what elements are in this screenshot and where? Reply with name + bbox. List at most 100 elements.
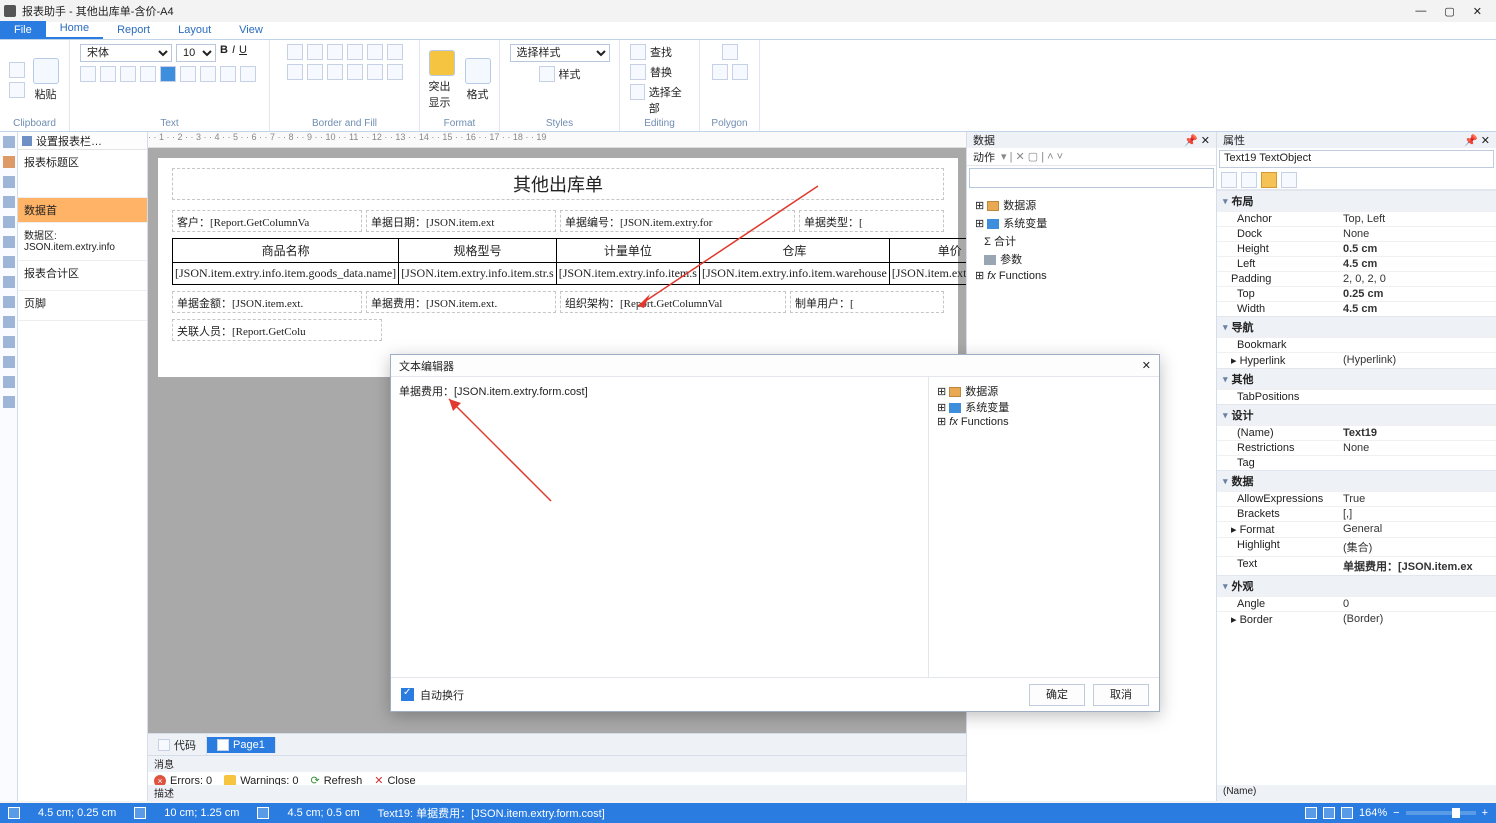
report-title[interactable]: 其他出库单 (172, 168, 944, 200)
field-creator[interactable]: 制单用户：[ (790, 291, 944, 313)
zoom-in-icon[interactable]: + (1482, 807, 1488, 819)
bold-icon[interactable]: B (220, 44, 228, 62)
col-goods-name[interactable]: 商品名称 (173, 239, 399, 263)
paste-button[interactable]: 粘贴 (31, 56, 61, 104)
categorize-icon[interactable] (1221, 172, 1237, 188)
field-related-user[interactable]: 关联人员：[Report.GetColu (172, 319, 382, 341)
menu-report[interactable]: Report (103, 21, 164, 39)
property-object-select[interactable]: Text19 TextObject (1219, 150, 1494, 168)
zoom-mode-icon[interactable] (1305, 807, 1317, 819)
underline-icon[interactable]: U (239, 44, 247, 62)
format-button[interactable]: 格式 (463, 56, 493, 104)
border-left-icon[interactable] (327, 44, 343, 60)
menu-view[interactable]: View (225, 21, 277, 39)
col-price[interactable]: 单价 (889, 239, 966, 263)
col-warehouse[interactable]: 仓库 (699, 239, 889, 263)
zoom-page-icon[interactable] (1341, 807, 1353, 819)
font-color-icon[interactable] (220, 66, 236, 82)
undo-icon[interactable] (9, 62, 25, 78)
redo-icon[interactable] (9, 82, 25, 98)
align-middle-icon[interactable] (180, 66, 196, 82)
align-right-icon[interactable] (120, 66, 136, 82)
cell-goods-name[interactable]: [JSON.item.extry.info.item.goods_data.na… (173, 263, 399, 285)
field-bill-cost[interactable]: 单据费用：[JSON.item.ext. (366, 291, 556, 313)
field-bill-date[interactable]: 单据日期：[JSON.item.ext (366, 210, 556, 232)
line-tool-icon[interactable] (3, 196, 15, 208)
cell-spec[interactable]: [JSON.item.extry.info.item.str.s (399, 263, 557, 285)
svg-tool-icon[interactable] (3, 356, 15, 368)
polygon-edit-icon[interactable] (712, 64, 728, 80)
events-icon[interactable] (1261, 172, 1277, 188)
replace-button[interactable]: 替换 (650, 64, 672, 80)
align-bottom-icon[interactable] (200, 66, 216, 82)
checkbox-tool-icon[interactable] (3, 316, 15, 328)
alpha-sort-icon[interactable] (1241, 172, 1257, 188)
pin-icon[interactable]: 📌 ✕ (1464, 134, 1490, 147)
col-spec[interactable]: 规格型号 (399, 239, 557, 263)
band-footer[interactable]: 页脚 (18, 291, 147, 321)
cell-style-icon[interactable] (387, 64, 403, 80)
map-tool-icon[interactable] (3, 376, 15, 388)
pointer-tool-icon[interactable] (3, 136, 15, 148)
font-name-select[interactable]: 宋体 (80, 44, 172, 62)
menu-home[interactable]: Home (46, 19, 103, 39)
field-bill-type[interactable]: 单据类型：[ (799, 210, 944, 232)
polygon-del-icon[interactable] (732, 64, 748, 80)
col-unit[interactable]: 计量单位 (556, 239, 699, 263)
border-bottom-icon[interactable] (307, 44, 323, 60)
field-bill-amount[interactable]: 单据金额：[JSON.item.ext. (172, 291, 362, 313)
band-summary[interactable]: 报表合计区 (18, 261, 147, 291)
align-top-icon[interactable] (160, 66, 176, 82)
menu-file[interactable]: File (0, 21, 46, 39)
cell-unit[interactable]: [JSON.item.extry.info.item.s (556, 263, 699, 285)
dialog-editor[interactable]: 单据费用：[JSON.item.extry.form.cost] (391, 377, 929, 677)
border-right-icon[interactable] (347, 44, 363, 60)
border-top-icon[interactable] (287, 44, 303, 60)
gauge-tool-icon[interactable] (3, 396, 15, 408)
picture-tool-icon[interactable] (3, 176, 15, 188)
highlight-button[interactable]: 突出显示 (427, 48, 457, 112)
dialog-data-tree[interactable]: ⊞ 数据源 ⊞ 系统变量 ⊞ fx Functions (929, 377, 1159, 677)
cell-price[interactable]: [JSON.item.extry.info.it (889, 263, 966, 285)
cancel-button[interactable]: 取消 (1093, 684, 1149, 706)
richtext-tool-icon[interactable] (3, 336, 15, 348)
barcode-tool-icon[interactable] (3, 236, 15, 248)
menu-layout[interactable]: Layout (164, 21, 225, 39)
align-center-icon[interactable] (100, 66, 116, 82)
field-customer[interactable]: 客户：[Report.GetColumnVa (172, 210, 362, 232)
tab-code[interactable]: 代码 (148, 735, 207, 755)
tab-page1[interactable]: Page1 (207, 737, 276, 753)
align-left-icon[interactable] (80, 66, 96, 82)
text-tool-icon[interactable] (3, 156, 15, 168)
pin-icon[interactable]: 📌 ✕ (1184, 134, 1210, 147)
data-search-input[interactable] (969, 168, 1214, 188)
band-header[interactable]: 设置报表栏… (18, 132, 147, 150)
band-data[interactable]: 数据区: JSON.item.extry.info (18, 223, 147, 261)
fill-pattern-icon[interactable] (367, 64, 383, 80)
filter-icon[interactable] (1281, 172, 1297, 188)
border-color-icon[interactable] (327, 64, 343, 80)
find-button[interactable]: 查找 (650, 44, 672, 60)
auto-wrap-checkbox[interactable] (401, 688, 414, 701)
style-icon[interactable] (539, 66, 555, 82)
fill-color-icon[interactable] (347, 64, 363, 80)
cell-warehouse[interactable]: [JSON.item.extry.info.item.warehouse (699, 263, 889, 285)
zoom-out-icon[interactable]: − (1393, 807, 1399, 819)
band-title[interactable]: 报表标题区 (18, 150, 147, 198)
subreport-tool-icon[interactable] (3, 276, 15, 288)
border-all-icon[interactable] (367, 44, 383, 60)
zoom-fit-icon[interactable] (1323, 807, 1335, 819)
shape-tool-icon[interactable] (3, 216, 15, 228)
property-grid[interactable]: 布局 AnchorTop, Left DockNone Height0.5 cm… (1217, 190, 1496, 785)
align-justify-icon[interactable] (140, 66, 156, 82)
close-icon[interactable]: ✕ (1473, 5, 1482, 18)
field-org[interactable]: 组织架构：[Report.GetColumnVal (560, 291, 786, 313)
band-data-header[interactable]: 数据首 (18, 198, 147, 223)
dialog-close-icon[interactable]: ✕ (1142, 359, 1151, 372)
style-select[interactable]: 选择样式 (510, 44, 610, 62)
zoom-slider[interactable] (1406, 811, 1476, 815)
select-all-button[interactable]: 选择全部 (649, 84, 689, 116)
table-tool-icon[interactable] (3, 256, 15, 268)
chart-tool-icon[interactable] (3, 296, 15, 308)
minimize-icon[interactable]: — (1415, 5, 1426, 18)
